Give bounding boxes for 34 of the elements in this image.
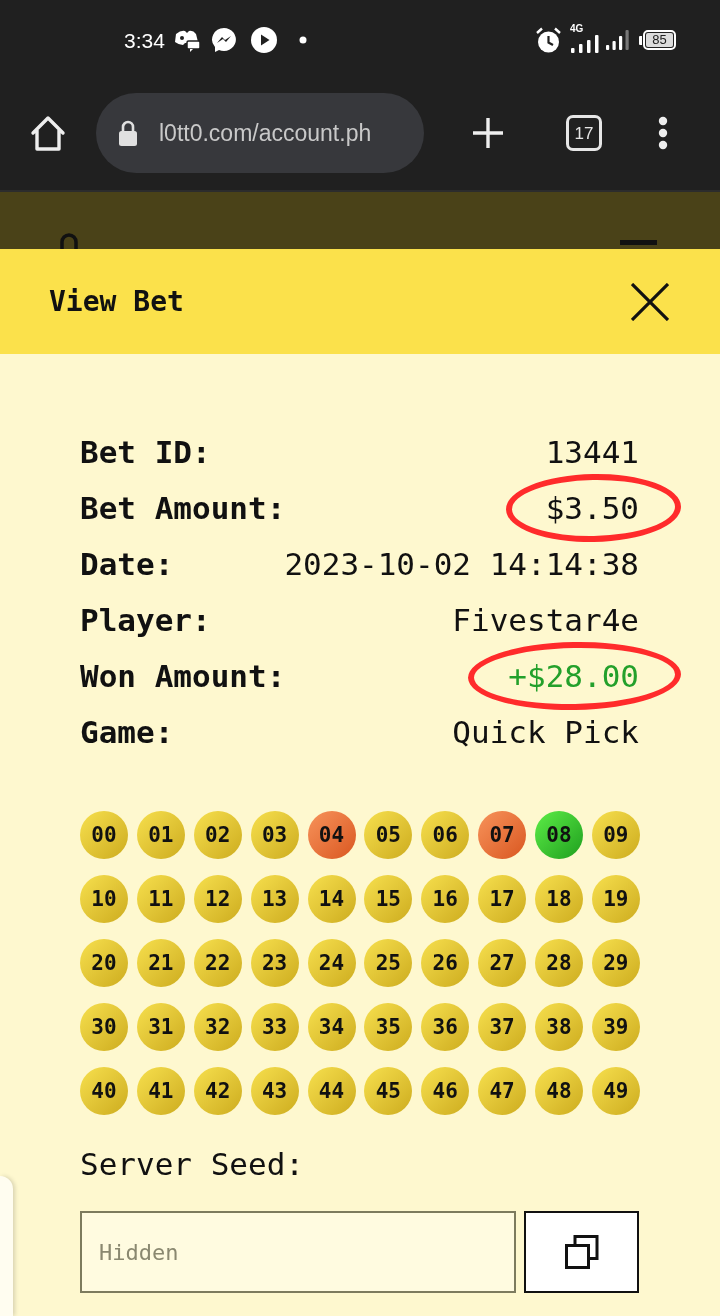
copy-button[interactable]: [524, 1211, 639, 1293]
home-icon[interactable]: [29, 114, 67, 152]
detail-value: 2023-10-02 14:14:38: [284, 548, 639, 580]
detail-label: Date:: [80, 548, 174, 580]
play-icon: [250, 27, 277, 53]
person-icon: [60, 232, 78, 249]
tab-count-button[interactable]: 17: [566, 115, 602, 151]
url-text: l0tt0.com/account.ph: [159, 121, 372, 145]
detail-value: +$28.00: [508, 660, 639, 692]
seed-input-field[interactable]: Hidden: [80, 1211, 516, 1293]
lock-icon: [118, 120, 138, 146]
copy-icon: [564, 1235, 599, 1269]
detail-value: 13441: [545, 436, 639, 468]
detail-label: Game:: [80, 716, 174, 748]
detail-label: Bet ID:: [80, 436, 211, 468]
detail-value: Quick Pick: [452, 716, 639, 748]
dot-icon: [298, 36, 307, 44]
close-icon: [631, 282, 669, 321]
signal-icon: [605, 30, 631, 50]
more-options-icon[interactable]: [658, 116, 668, 150]
detail-value: Fivestar4e: [452, 604, 639, 636]
plus-icon[interactable]: [472, 117, 504, 149]
field-label: Server Seed:: [80, 1144, 304, 1184]
lightning-bubble-icon: [210, 27, 237, 53]
chat-app-icon: [172, 28, 201, 52]
clock-time: 3:34: [124, 29, 165, 51]
alarm-icon: [535, 26, 562, 54]
detail-label: Won Amount:: [80, 660, 286, 692]
close-button[interactable]: [630, 281, 670, 322]
detail-value: $3.50: [545, 492, 639, 524]
address-bar[interactable]: l0tt0.com/account.ph: [96, 93, 424, 173]
modal-title: View Bet: [49, 287, 184, 316]
detail-label: Player:: [80, 604, 211, 636]
detail-label: Bet Amount:: [80, 492, 286, 524]
